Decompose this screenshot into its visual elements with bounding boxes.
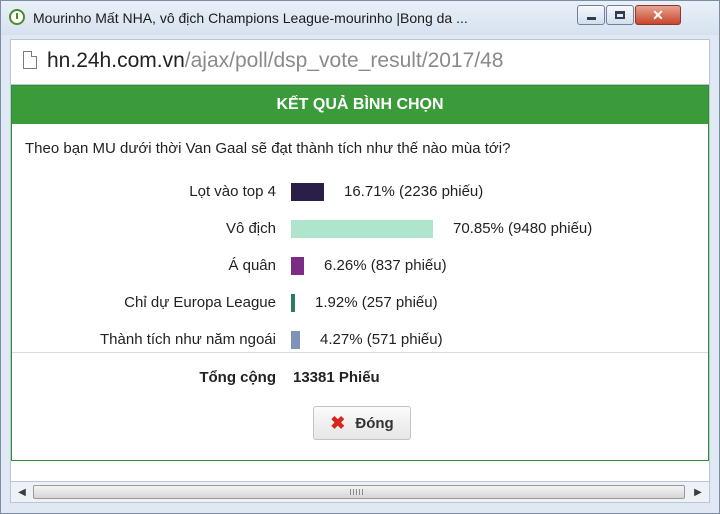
grip-icon [350,489,364,495]
option-result: 4.27% (571 phiếu) [320,331,443,348]
poll-header: KẾT QUẢ BÌNH CHỌN [12,86,708,124]
scroll-left-icon[interactable]: ◀ [14,484,30,500]
clock-icon [9,9,25,25]
close-button[interactable]: ✖ Đóng [313,406,411,440]
option-result: 6.26% (837 phiếu) [324,257,447,274]
total-label: Tổng cộng [199,369,276,386]
scroll-right-icon[interactable]: ▶ [690,484,706,500]
poll-option-row: Thành tích như năm ngoái 4.27% (571 phiế… [12,324,708,361]
maximize-button[interactable] [606,5,634,25]
maximize-icon [615,11,625,19]
divider [12,352,708,353]
horizontal-scrollbar[interactable]: ◀ ▶ [10,481,710,503]
minimize-button[interactable] [577,5,605,25]
poll-option-row: Vô địch 70.85% (9480 phiếu) [12,213,708,250]
page-content: KẾT QUẢ BÌNH CHỌN Theo bạn MU dưới thời … [10,85,710,481]
popup-window: Mourinho Mất NHA, vô địch Champions Leag… [0,0,720,514]
close-button-label: Đóng [355,414,394,432]
option-label: Vô địch [225,220,276,237]
url-path: /ajax/poll/dsp_vote_result/2017/48 [184,49,504,72]
option-result: 16.71% (2236 phiếu) [344,183,484,200]
window-title: Mourinho Mất NHA, vô địch Champions Leag… [33,10,468,26]
option-bar [291,331,300,349]
option-bar [291,183,324,201]
option-bar [291,257,304,275]
close-icon: ✕ [652,6,664,23]
page-icon [23,51,37,69]
scroll-thumb[interactable] [33,485,685,499]
address-bar[interactable]: hn.24h.com.vn/ajax/poll/dsp_vote_result/… [10,39,710,85]
option-result: 1.92% (257 phiếu) [315,294,438,311]
option-result: 70.85% (9480 phiếu) [453,220,593,237]
poll-question: Theo bạn MU dưới thời Van Gaal sẽ đạt th… [25,140,511,157]
option-label: Á quân [228,257,276,274]
option-label: Thành tích như năm ngoái [100,331,276,348]
option-bar [291,294,295,312]
poll-result-panel: KẾT QUẢ BÌNH CHỌN Theo bạn MU dưới thời … [11,85,709,461]
poll-option-row: Á quân 6.26% (837 phiếu) [12,250,708,287]
x-icon: ✖ [330,413,346,433]
url-text[interactable]: hn.24h.com.vn/ajax/poll/dsp_vote_result/… [47,49,504,73]
poll-option-row: Lọt vào top 4 16.71% (2236 phiếu) [12,176,708,213]
poll-option-row: Chỉ dự Europa League 1.92% (257 phiếu) [12,287,708,324]
url-host: hn.24h.com.vn [47,49,185,72]
option-label: Lọt vào top 4 [189,183,276,200]
option-label: Chỉ dự Europa League [124,294,276,311]
total-value: 13381 Phiếu [293,369,380,386]
option-bar [291,220,433,238]
window-close-button[interactable]: ✕ [635,5,681,25]
poll-options: Lọt vào top 4 16.71% (2236 phiếu) Vô địc… [12,176,708,361]
minimize-icon [586,17,596,20]
title-bar[interactable]: Mourinho Mất NHA, vô địch Champions Leag… [1,1,719,35]
